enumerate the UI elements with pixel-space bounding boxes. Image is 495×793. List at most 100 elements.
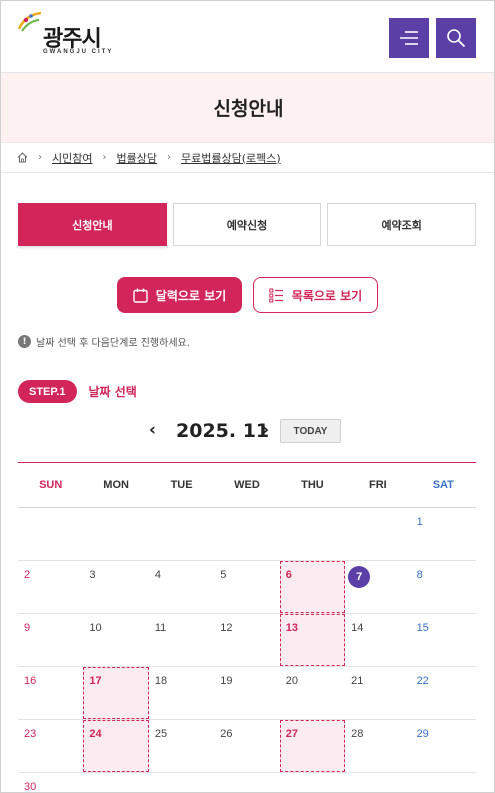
next-month-icon[interactable]: › [262,420,269,440]
breadcrumb-item-free-legal[interactable]: 무료법률상담(로펙스) [181,150,281,166]
step-label: 날짜 선택 [88,385,137,399]
calendar-day-number: 10 [89,622,102,634]
calendar-day-available[interactable]: 13 [279,614,346,666]
calendar-day: 16 [18,667,83,719]
calendar-day-number: 5 [220,569,227,581]
chevron-right-icon: › [38,152,42,163]
calendar-day: 28 [345,720,410,772]
site-logo[interactable]: 광주시 GWANGJU CITY [17,11,127,61]
month-navigation: ‹ 2025. 11 › TODAY [1,419,494,445]
weekday-fri: FRI [368,479,387,491]
calendar-day-number: 21 [351,675,364,687]
calendar-day-empty [83,773,148,792]
calendar-day: 11 [149,614,214,666]
menu-button[interactable] [389,18,429,58]
chevron-right-icon: › [102,152,107,163]
calendar-day: 3 [83,561,148,613]
calendar-day-number: 28 [351,728,364,740]
weekday-tue: TUE [170,479,193,491]
calendar-day-number: 11 [154,622,167,634]
calendar-week-row: 2 3 4 5 6 7 8 [18,561,476,614]
calendar: SUN MON TUE WED THU FRI SAT 1 2 3 4 5 6 7 8 9 10 1… [18,462,476,792]
info-icon: ! [18,335,31,348]
calendar-day-number: 1 [416,516,423,528]
calendar-day: 19 [214,667,279,719]
breadcrumb-item-legal[interactable]: 법률상담 [116,150,156,166]
month-label: 2025. 11 [176,420,270,442]
calendar-day: 9 [18,614,83,666]
step-badge: STEP.1 [18,380,77,403]
weekday-sat: SAT [432,479,454,491]
calendar-day-empty [83,508,148,560]
weekday-thu: THU [301,479,324,491]
calendar-day: 20 [280,667,345,719]
chevron-right-icon: › [166,152,171,163]
page-frame: 광주시 GWANGJU CITY 신청안내 › 시민참여 › 법률상담 › 무료… [0,0,495,793]
calendar-day: 1 [411,508,476,560]
calendar-day-number: 17 [89,675,102,687]
calendar-day-number: 26 [220,728,233,740]
calendar-day: 12 [214,614,279,666]
calendar-day: 8 [411,561,476,613]
calendar-day-number: 9 [24,622,31,634]
calendar-day-empty [214,508,279,560]
calendar-day-number: 8 [416,569,423,581]
calendar-day: 14 [345,614,410,666]
site-header: 광주시 GWANGJU CITY [1,1,494,73]
hamburger-icon [400,31,418,45]
weekday-sun: SUN [39,479,63,491]
calendar-day-number: 7 [348,566,371,588]
list-view-button[interactable]: 목록으로 보기 [253,277,378,313]
calendar-day: 26 [214,720,279,772]
list-icon [269,288,283,302]
calendar-day-number: 16 [24,675,37,687]
breadcrumb-item-citizen[interactable]: 시민참여 [52,150,92,166]
calendar-day-number: 15 [416,622,429,634]
list-view-label: 목록으로 보기 [291,288,363,303]
tab-guide[interactable]: 신청안내 [18,203,167,246]
calendar-day-number: 29 [416,728,429,740]
calendar-day: 15 [411,614,476,666]
calendar-week-row: 23 24 25 26 27 28 29 [18,720,476,773]
calendar-day-empty [149,773,214,792]
calendar-day-available[interactable]: 6 [279,561,346,613]
calendar-week-row: 16 17 18 19 20 21 22 [18,667,476,720]
calendar-day-available[interactable]: 24 [83,720,149,772]
calendar-day-number: 19 [220,675,233,687]
calendar-week-row: 9 10 11 12 13 14 15 [18,614,476,667]
calendar-day: 18 [149,667,214,719]
breadcrumb: › 시민참여 › 법률상담 › 무료법률상담(로펙스) [1,143,494,173]
title-band: 신청안내 [1,73,494,143]
search-button[interactable] [436,18,476,58]
calendar-day-number: 4 [154,569,161,581]
calendar-day-available[interactable]: 27 [279,720,346,772]
home-icon[interactable] [17,152,28,163]
tab-inquiry[interactable]: 예약조회 [327,203,477,246]
calendar-day-number: 13 [285,622,298,634]
logo-mark-icon [17,11,42,32]
logo-subtitle: GWANGJU CITY [43,49,114,55]
today-button[interactable]: TODAY [280,419,341,443]
calendar-day-empty [345,773,410,792]
calendar-day-number: 3 [89,569,96,581]
calendar-week-row: 1 [18,508,476,561]
calendar-day: 2 [18,561,83,613]
calendar-day: 21 [345,667,410,719]
calendar-day: 29 [411,720,476,772]
calendar-day-number: 27 [285,728,298,740]
calendar-day-available[interactable]: 17 [83,667,149,719]
calendar-day-number: 18 [154,675,168,687]
calendar-body: 1 2 3 4 5 6 7 8 9 10 11 12 13 14 15 16 17 18 19 20 21 22 23 24 2… [18,508,476,792]
prev-month-icon[interactable]: ‹ [149,420,156,440]
calendar-day-empty [411,773,476,792]
tab-reservation[interactable]: 예약신청 [172,203,322,246]
calendar-day-number: 6 [285,569,292,581]
calendar-day-number: 23 [24,728,37,740]
calendar-view-button[interactable]: 달력으로 보기 [117,277,242,313]
calendar-day: 30 [18,773,83,792]
calendar-icon [133,288,148,303]
calendar-day: 22 [411,667,476,719]
calendar-day-number: 20 [285,675,298,687]
notice-text: 날짜 선택 후 다음단계로 진행하세요. [36,338,190,349]
tab-bar: 신청안내 예약신청 예약조회 [18,203,477,246]
